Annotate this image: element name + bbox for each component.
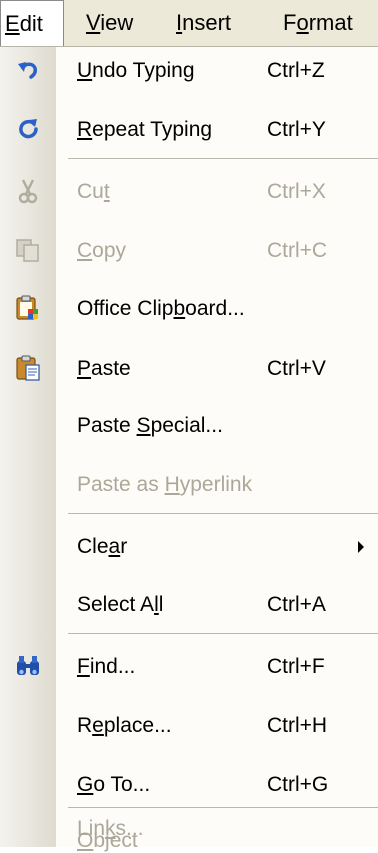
menu-item-undo-typing[interactable]: Undo Typing Ctrl+Z (0, 59, 378, 85)
menu-item-replace[interactable]: Replace... Ctrl+H (0, 714, 378, 740)
menu-item-label: Undo Typing (77, 59, 195, 82)
menu-item-label: Copy (77, 239, 127, 262)
edit-menu-dropdown: Undo Typing Ctrl+Z Repeat Typing Ctrl+Y … (0, 47, 378, 852)
shortcut-text: Ctrl+Z (267, 59, 325, 82)
menu-item-cut[interactable]: Cut Ctrl+X (0, 177, 378, 206)
menu-item-paste[interactable]: Paste Ctrl+V (0, 354, 378, 383)
menu-item-copy[interactable]: Copy Ctrl+C (0, 239, 378, 265)
menu-item-office-clipboard[interactable]: Office Clipboard... (0, 294, 378, 323)
shortcut-text: Ctrl+Y (267, 118, 326, 141)
menu-item-label: Select All (77, 593, 164, 616)
menu-separator (68, 633, 378, 634)
shortcut-text: Ctrl+C (267, 239, 328, 262)
menu-bar: Edit View Insert Format (0, 0, 378, 47)
shortcut-text: Ctrl+F (267, 655, 325, 678)
submenu-arrow-icon (358, 541, 364, 553)
menu-insert[interactable]: Insert (176, 0, 231, 46)
menu-format[interactable]: Format (283, 0, 353, 46)
shortcut-text: Ctrl+H (267, 714, 328, 737)
copy-icon (14, 236, 42, 264)
menu-item-go-to[interactable]: Go To... Ctrl+G (0, 773, 378, 799)
menu-item-select-all[interactable]: Select All Ctrl+A (0, 593, 378, 619)
menu-separator (68, 513, 378, 514)
shortcut-text: Ctrl+X (267, 180, 326, 203)
shortcut-text: Ctrl+A (267, 593, 326, 616)
binoculars-icon (14, 652, 42, 680)
menu-item-label: Replace... (77, 714, 172, 737)
menu-item-label: Office Clipboard... (77, 297, 245, 320)
menu-item-clear[interactable]: Clear (0, 535, 378, 561)
menu-item-label: Clear (77, 535, 128, 558)
menu-view[interactable]: View (86, 0, 133, 46)
menu-item-label: Object (77, 829, 138, 852)
menu-separator (68, 158, 378, 159)
menu-item-paste-as-hyperlink[interactable]: Paste as Hyperlink (0, 473, 378, 499)
scissors-icon (14, 177, 42, 205)
office-clipboard-icon (14, 294, 42, 322)
repeat-icon (14, 115, 42, 143)
menu-item-label: Repeat Typing (77, 118, 213, 141)
menu-item-label: Paste Special... (77, 414, 223, 437)
paste-icon (14, 354, 42, 382)
shortcut-text: Ctrl+V (267, 357, 326, 380)
menu-edit[interactable]: Edit (0, 0, 64, 46)
menu-item-paste-special[interactable]: Paste Special... (0, 414, 378, 440)
menu-item-repeat-typing[interactable]: Repeat Typing Ctrl+Y (0, 118, 378, 144)
menu-separator (68, 807, 378, 808)
menu-item-find[interactable]: Find... Ctrl+F (0, 655, 378, 681)
menu-item-label: Cut (77, 180, 110, 203)
undo-icon (14, 56, 42, 84)
menu-item-label: Find... (77, 655, 136, 678)
menu-item-label: Paste as Hyperlink (77, 473, 253, 496)
menu-item-object[interactable]: Object (0, 829, 378, 852)
shortcut-text: Ctrl+G (267, 773, 329, 796)
menu-item-label: Go To... (77, 773, 151, 796)
menu-item-label: Paste (77, 357, 131, 380)
